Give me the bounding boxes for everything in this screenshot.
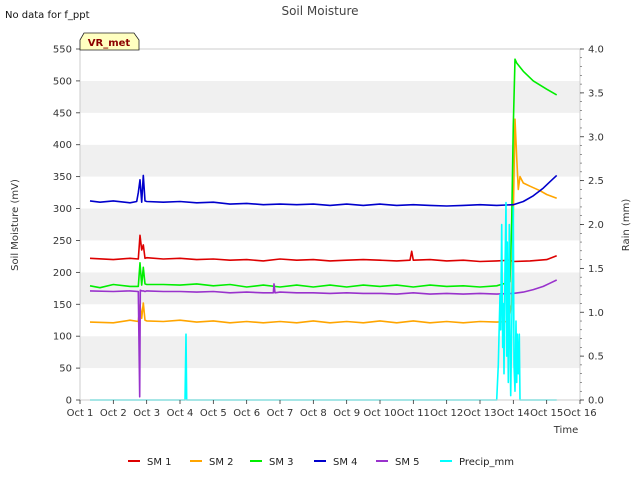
x-tick-label: Oct 11 xyxy=(397,408,430,419)
legend-label: SM 5 xyxy=(395,457,420,468)
y2-tick-label: 4.0 xyxy=(588,45,604,56)
x-tick-label: Oct 14 xyxy=(497,408,530,419)
grid-band xyxy=(80,368,580,400)
y2-tick-label: 1.0 xyxy=(588,308,604,319)
x-tick-label: Oct 2 xyxy=(100,408,127,419)
y2-tick-label: 1.5 xyxy=(588,264,604,275)
x-tick-label: Oct 16 xyxy=(563,408,596,419)
x-tick-label: Oct 9 xyxy=(333,408,360,419)
x-tick-label: Oct 5 xyxy=(200,408,227,419)
station-label: VR_met xyxy=(88,38,131,49)
y-tick-label: 550 xyxy=(53,45,72,56)
y2-axis-title: Rain (mm) xyxy=(621,199,632,252)
y-tick-label: 500 xyxy=(53,76,72,87)
chart: Oct 1 Oct 2 Oct 3 Oct 4 Oct 5 Oct 6 Oct 7 Oct 8… xyxy=(5,4,632,468)
x-tick-label: Oct 15 xyxy=(530,408,563,419)
grid-band xyxy=(80,49,580,81)
y-tick-label: 400 xyxy=(53,140,72,151)
y2-tick-label: 0.0 xyxy=(588,396,604,407)
x-tick-label: Oct 3 xyxy=(133,408,160,419)
y-tick-label: 200 xyxy=(53,268,72,279)
y2-tick-label: 0.5 xyxy=(588,352,604,363)
y2-tick-label: 3.5 xyxy=(588,88,604,99)
no-data-note: No data for f_ppt xyxy=(5,10,90,21)
x-tick-label: Oct 12 xyxy=(430,408,463,419)
legend: SM 1 SM 2 SM 3 SM 4 SM 5 Precip_mm xyxy=(128,457,514,468)
y2-axis: 0.0 0.5 1.0 1.5 2.0 2.5 3.0 3.5 4.0 xyxy=(580,45,604,407)
station-badge: VR_met xyxy=(79,32,140,51)
x-tick-label: Oct 8 xyxy=(300,408,327,419)
x-tick-label: Oct 10 xyxy=(363,408,396,419)
y-tick-label: 300 xyxy=(53,204,72,215)
y-tick-label: 100 xyxy=(53,332,72,343)
y-tick-label: 250 xyxy=(53,236,72,247)
y-tick-label: 50 xyxy=(59,364,72,375)
y-tick-label: 150 xyxy=(53,300,72,311)
legend-label: Precip_mm xyxy=(459,457,514,468)
x-tick-label: Oct 13 xyxy=(463,408,496,419)
y-tick-label: 450 xyxy=(53,108,72,119)
y-axis: 0 50 100 150 200 250 300 350 400 450 500 550 xyxy=(53,45,80,407)
x-tick-label: Oct 1 xyxy=(67,408,94,419)
y-tick-label: 0 xyxy=(66,396,72,407)
y2-tick-label: 3.0 xyxy=(588,132,604,143)
x-axis-title: Time xyxy=(553,425,578,436)
grid-band xyxy=(80,112,580,145)
legend-label: SM 3 xyxy=(269,457,294,468)
y-tick-label: 350 xyxy=(53,172,72,183)
grid-band xyxy=(80,176,580,209)
x-axis: Oct 1 Oct 2 Oct 3 Oct 4 Oct 5 Oct 6 Oct 7 Oct 8… xyxy=(67,400,597,419)
x-tick-label: Oct 6 xyxy=(233,408,260,419)
y2-tick-label: 2.5 xyxy=(588,176,604,187)
grid-band xyxy=(80,144,580,177)
legend-label: SM 4 xyxy=(333,457,358,468)
x-tick-label: Oct 7 xyxy=(267,408,294,419)
grid-band xyxy=(80,80,580,113)
y-axis-title: Soil Moisture (mV) xyxy=(10,179,21,271)
legend-label: SM 1 xyxy=(147,457,172,468)
x-tick-label: Oct 4 xyxy=(167,408,194,419)
legend-label: SM 2 xyxy=(209,457,234,468)
chart-title: Soil Moisture xyxy=(281,4,358,18)
y2-tick-label: 2.0 xyxy=(588,220,604,231)
